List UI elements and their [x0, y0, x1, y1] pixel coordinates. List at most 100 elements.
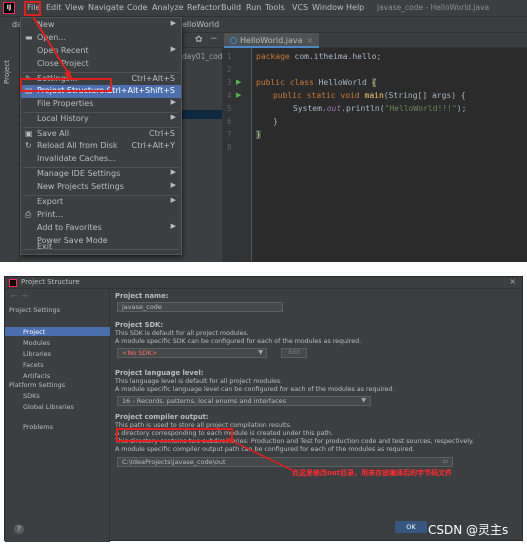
sdk-description-1: This SDK is default for all project modu…: [115, 330, 249, 337]
menu-item-manage-ide-settings[interactable]: Manage IDE Settings ▶: [21, 168, 181, 181]
menu-item-close-project[interactable]: Close Project: [21, 58, 181, 71]
dialog-title-bar: Project Structure ×: [5, 277, 522, 289]
submenu-arrow-icon: ▶: [170, 196, 176, 204]
submenu-arrow-icon: ▶: [170, 45, 176, 53]
submenu-arrow-icon: ▶: [170, 222, 176, 230]
project-name-label: Project name:: [115, 292, 169, 300]
sidebar-heading-platform-settings: Platform Settings: [9, 381, 66, 389]
menu-bar: IJ File Edit View Navigate Code Analyze …: [0, 0, 527, 17]
line-number: 4: [227, 91, 232, 100]
file-menu-dropdown: New ▶ ▬ Open... Open Recent ▶ Close Project…: [20, 17, 182, 255]
help-button[interactable]: ?: [14, 524, 24, 534]
menu-vcs[interactable]: VCS: [292, 3, 308, 12]
menu-item-reload-all[interactable]: ↻ Reload All from Disk Ctrl+Alt+Y: [21, 140, 181, 153]
project-structure-dialog: Project Structure × ← → Project Settings…: [4, 276, 523, 542]
ok-button[interactable]: OK: [395, 521, 427, 533]
output-description-4: A module specific compiler output path c…: [115, 446, 415, 453]
code-line-7: }: [256, 130, 261, 139]
menu-item-open-recent[interactable]: Open Recent ▶: [21, 45, 181, 58]
watermark-text: CSDN @灵主s: [428, 523, 509, 537]
sdk-edit-button[interactable]: Edit: [281, 348, 307, 358]
menu-item-new[interactable]: New ▶: [21, 19, 181, 32]
code-line-3: public class HelloWorld {: [256, 78, 377, 87]
submenu-arrow-icon: ▶: [170, 98, 176, 106]
line-number: 6: [227, 117, 232, 126]
close-tab-icon[interactable]: ×: [307, 36, 314, 45]
sidebar-selection: [5, 327, 110, 336]
line-number: 8: [227, 143, 232, 152]
menu-refactor[interactable]: Refactor: [187, 3, 221, 12]
chevron-down-icon: ▼: [361, 397, 366, 404]
line-number: 3: [227, 78, 232, 87]
code-line-4: public static void main(String[] args) {: [273, 91, 466, 100]
menu-item-local-history[interactable]: Local History ▶: [21, 113, 181, 126]
menu-code[interactable]: Code: [127, 3, 147, 12]
menu-item-export[interactable]: Export ▶: [21, 196, 181, 209]
tool-window-strip: Project: [0, 17, 20, 262]
project-tool-tab[interactable]: Project: [3, 57, 17, 87]
project-sdk-select[interactable]: <No SDK> ▼: [117, 348, 267, 358]
sdk-description-2: A module specific SDK can be configured …: [115, 338, 362, 345]
compiler-output-field[interactable]: C:\IdeaProjects\javase_code\out ▭: [117, 457, 453, 467]
tab-helloworld-java[interactable]: HelloWorld.java ×: [224, 33, 320, 48]
sidebar-item-global-libraries[interactable]: Global Libraries: [23, 403, 74, 411]
menu-run[interactable]: Run: [246, 3, 261, 12]
language-selected-value: 16 - Records, patterns, local enums and …: [122, 397, 287, 405]
java-class-icon: [230, 37, 237, 44]
project-settings-panel: Project name: javase_code Project SDK: T…: [111, 289, 522, 542]
menu-analyze[interactable]: Analyze: [152, 3, 184, 12]
ide-window: IJ File Edit View Navigate Code Analyze …: [0, 0, 527, 262]
project-name-field[interactable]: javase_code: [117, 302, 283, 312]
code-editor[interactable]: [222, 33, 527, 262]
sidebar-item-sdks[interactable]: SDKs: [23, 392, 40, 400]
folder-icon: ▬: [25, 33, 33, 42]
compiler-output-label: Project compiler output:: [115, 413, 209, 421]
menu-view[interactable]: View: [65, 3, 84, 12]
project-tree-selection: [182, 110, 222, 119]
minimize-icon[interactable]: −: [210, 34, 218, 44]
code-line-1: package com.itheima.hello;: [256, 52, 382, 61]
line-number: 2: [227, 65, 232, 74]
menu-navigate[interactable]: Navigate: [88, 3, 124, 12]
breadcrumb-file[interactable]: elloWorld: [182, 20, 219, 29]
menu-item-add-to-favorites[interactable]: Add to Favorites ▶: [21, 222, 181, 235]
sidebar-item-facets[interactable]: Facets: [23, 361, 44, 369]
line-number: 5: [227, 104, 232, 113]
print-icon: ⎙: [25, 210, 32, 219]
project-sdk-label: Project SDK:: [115, 321, 164, 329]
dialog-title: Project Structure: [21, 278, 80, 286]
language-level-select[interactable]: 16 - Records, patterns, local enums and …: [117, 396, 371, 406]
window-title: javase_code - HelloWorld.java: [377, 3, 490, 12]
menu-item-open[interactable]: ▬ Open...: [21, 32, 181, 45]
language-level-label: Project language level:: [115, 369, 204, 377]
gear-icon[interactable]: ✿: [195, 35, 203, 45]
menu-help[interactable]: Help: [346, 3, 364, 12]
menu-item-new-projects-settings[interactable]: New Projects Settings ▶: [21, 181, 181, 194]
menu-edit[interactable]: Edit: [46, 3, 62, 12]
sidebar-heading-project-settings: Project Settings: [9, 306, 60, 314]
file-menu-highlight-box: [24, 1, 41, 16]
sidebar-item-problems[interactable]: Problems: [23, 423, 53, 431]
menu-item-invalidate-caches[interactable]: Invalidate Caches...: [21, 153, 181, 166]
chevron-down-icon: ▼: [258, 349, 263, 356]
back-forward-icons[interactable]: ← →: [11, 292, 27, 300]
compiler-output-value: C:\IdeaProjects\javase_code\out: [122, 458, 226, 466]
menu-item-print[interactable]: ⎙ Print...: [21, 209, 181, 222]
sidebar-item-modules[interactable]: Modules: [23, 339, 50, 347]
menu-item-exit[interactable]: Exit: [21, 241, 181, 254]
menu-tools[interactable]: Tools: [265, 3, 285, 12]
menu-item-file-properties[interactable]: File Properties ▶: [21, 98, 181, 111]
close-icon[interactable]: ×: [509, 277, 516, 286]
folder-icon[interactable]: ▭: [442, 458, 448, 466]
menu-window[interactable]: Window: [312, 3, 344, 12]
save-icon: ▣: [25, 129, 33, 138]
language-description-2: A module specific language level can be …: [115, 386, 395, 393]
run-class-icon[interactable]: ▶: [236, 78, 241, 86]
menu-build[interactable]: Build: [221, 3, 241, 12]
sidebar-item-libraries[interactable]: Libraries: [23, 350, 51, 358]
run-main-icon[interactable]: ▶: [236, 91, 241, 99]
sidebar-item-project[interactable]: Project: [23, 328, 45, 336]
dialog-sidebar: ← → Project Settings Project Modules Lib…: [5, 289, 110, 542]
project-tree-item[interactable]: day01_cod: [182, 52, 223, 61]
sidebar-item-artifacts[interactable]: Artifacts: [23, 372, 50, 380]
